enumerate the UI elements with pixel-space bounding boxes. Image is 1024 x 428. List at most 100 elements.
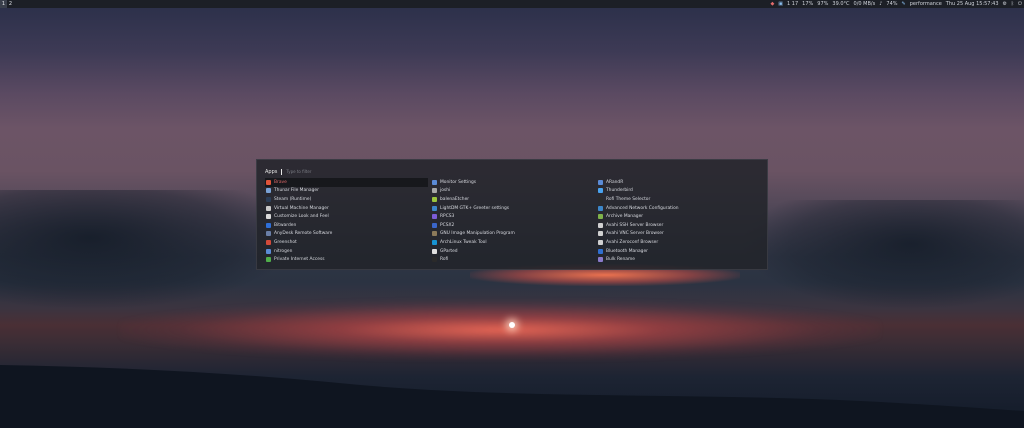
app-entry-label: ArchLinux Tweak Tool xyxy=(440,239,487,245)
background-clouds-left xyxy=(0,190,300,310)
rofi-icon xyxy=(432,257,437,263)
app-entry[interactable]: Avahi SSH Server Browser xyxy=(597,221,761,230)
avahi-ssh-icon xyxy=(598,222,603,228)
power-profile-indicator[interactable]: performance xyxy=(910,0,942,8)
app-entry-label: Rofi xyxy=(440,257,449,263)
app-entry-label: Rofi Theme Selector xyxy=(606,196,651,202)
avahi-vnc-icon xyxy=(598,231,603,237)
app-entry[interactable]: Rofi xyxy=(431,255,597,264)
rofi-theme-icon xyxy=(598,196,603,202)
bluetooth-icon[interactable]: ᛒ xyxy=(1011,0,1014,8)
app-entry[interactable]: ARandR xyxy=(597,178,761,187)
app-entry-label: LightDM GTK+ Greeter settings xyxy=(440,205,510,211)
app-entry[interactable]: Steam (Runtime) xyxy=(265,195,431,204)
bitwarden-icon xyxy=(266,222,271,228)
updates-indicator[interactable]: 1 17 xyxy=(787,0,798,8)
app-entry[interactable]: Thunar File Manager xyxy=(265,187,431,196)
battery-indicator: 97% xyxy=(817,1,829,7)
app-entry[interactable]: Avahi Zeroconf Browser xyxy=(597,238,761,247)
app-entry[interactable]: Private Internet Access xyxy=(265,255,431,264)
network-icon xyxy=(598,205,603,211)
settings-icon[interactable]: ⚙ xyxy=(1003,0,1007,8)
app-entry-label: Bitwarden xyxy=(274,222,297,228)
app-entry[interactable]: PCSX2 xyxy=(431,221,597,230)
workspace-switcher: 1 2 xyxy=(0,0,14,8)
app-entry-label: Advanced Network Configuration xyxy=(606,205,679,211)
gimp-icon xyxy=(432,231,437,237)
app-entry[interactable]: GNU Image Manipulation Program xyxy=(431,230,597,239)
background-clouds-right xyxy=(740,200,1024,310)
chat-icon[interactable]: ▣ xyxy=(778,0,783,8)
bluetooth-icon xyxy=(598,248,603,254)
power-icon[interactable]: ⏻ xyxy=(1018,0,1022,8)
app-entry-label: balenaEtcher xyxy=(440,196,470,202)
app-entry[interactable]: Advanced Network Configuration xyxy=(597,204,761,213)
top-bar: 1 2 ◆ ▣ 1 17 17% 97% 39.0°C 0/0 MB/s ♪ 7… xyxy=(0,0,1024,8)
background-sun xyxy=(509,322,515,328)
app-entry[interactable]: Rofi Theme Selector xyxy=(597,195,761,204)
app-entry[interactable]: Bluetooth Manager xyxy=(597,247,761,256)
volume-icon[interactable]: ♪ xyxy=(879,0,882,8)
workspace-1[interactable]: 1 xyxy=(0,0,7,8)
appearance-icon xyxy=(266,214,271,220)
launcher-prompt: Apps xyxy=(265,168,278,175)
clock[interactable]: Thu 25 Aug 15:57:43 xyxy=(946,0,999,8)
pia-icon xyxy=(266,257,271,263)
app-entry-label: GNU Image Manipulation Program xyxy=(440,231,515,237)
arch-icon xyxy=(432,239,437,245)
app-entry[interactable]: Archive Manager xyxy=(597,212,761,221)
app-entry[interactable]: Thunderbird xyxy=(597,187,761,196)
thunderbird-icon xyxy=(598,188,603,194)
workspace-2[interactable]: 2 xyxy=(7,0,14,8)
pcsx2-icon xyxy=(432,222,437,228)
app-entry[interactable]: Greenshot xyxy=(265,238,431,247)
app-entry[interactable]: Brave xyxy=(265,178,428,187)
app-entry-label: Bluetooth Manager xyxy=(606,248,648,254)
app-entry[interactable]: Bitwarden xyxy=(265,221,431,230)
filter-input[interactable]: Type to filter xyxy=(286,169,311,174)
memory-indicator: 17% xyxy=(802,1,814,7)
app-entry[interactable]: Customize Look and Feel xyxy=(265,212,431,221)
steam-icon xyxy=(266,196,271,202)
app-entry[interactable]: RPCS3 xyxy=(431,212,597,221)
power-profile-icon: ✎ xyxy=(901,1,906,7)
app-entry-label: Greenshot xyxy=(274,239,297,245)
background-hills xyxy=(0,365,1024,428)
network-indicator: 0/0 MB/s xyxy=(853,1,876,7)
app-entry[interactable]: nitrogen xyxy=(265,247,431,256)
app-grid: Brave Monitor Settings ARandR Thunar File M… xyxy=(265,178,761,264)
app-entry-label: AnyDesk Remote Software xyxy=(274,231,333,237)
app-entry[interactable]: LightDM GTK+ Greeter settings xyxy=(431,204,597,213)
app-entry-label: Avahi SSH Server Browser xyxy=(606,222,664,228)
app-entry-label: Steam (Runtime) xyxy=(274,196,312,202)
launcher-input-row[interactable]: Apps Type to filter xyxy=(265,168,311,175)
volume-indicator[interactable]: 74% xyxy=(886,0,897,8)
arandr-icon xyxy=(598,179,603,185)
avahi-zeroconf-icon xyxy=(598,239,603,245)
app-entry[interactable]: joshi xyxy=(431,187,597,196)
app-entry-label: Thunderbird xyxy=(606,188,633,194)
app-entry[interactable]: Monitor Settings xyxy=(431,178,597,187)
app-entry[interactable]: AnyDesk Remote Software xyxy=(265,230,431,239)
archive-icon xyxy=(598,214,603,220)
app-entry[interactable]: Bulk Rename xyxy=(597,255,761,264)
nitrogen-icon xyxy=(266,248,271,254)
app-entry-label: GParted xyxy=(440,248,458,254)
app-entry-label: PCSX2 xyxy=(440,222,455,228)
app-entry[interactable]: balenaEtcher xyxy=(431,195,597,204)
app-entry[interactable]: GParted xyxy=(431,247,597,256)
app-entry-label: Archive Manager xyxy=(606,214,644,220)
app-entry-label: Brave xyxy=(274,179,287,185)
shield-icon[interactable]: ◆ xyxy=(770,0,774,8)
app-entry-label: nitrogen xyxy=(274,248,293,254)
app-entry[interactable]: ArchLinux Tweak Tool xyxy=(431,238,597,247)
app-entry-label: RPCS3 xyxy=(440,214,455,220)
brave-icon xyxy=(266,179,271,185)
app-entry[interactable]: Virtual Machine Manager xyxy=(265,204,431,213)
greenshot-icon xyxy=(266,239,271,245)
monitor-icon xyxy=(432,179,437,185)
app-entry-label: ARandR xyxy=(606,179,624,185)
app-entry-label: Customize Look and Feel xyxy=(274,214,329,220)
app-entry[interactable]: Avahi VNC Server Browser xyxy=(597,230,761,239)
background-sunset-glow xyxy=(120,300,880,360)
